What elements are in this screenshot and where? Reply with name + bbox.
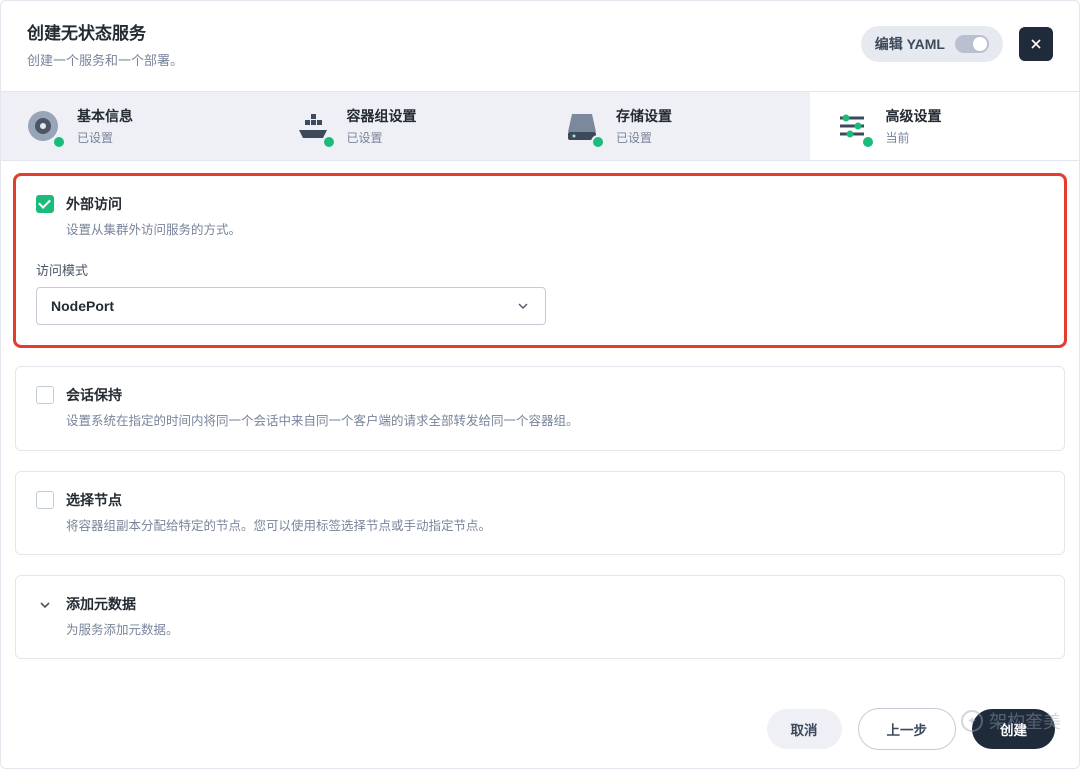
panel-title: 会话保持: [66, 385, 579, 405]
access-mode-select[interactable]: NodePort: [36, 287, 546, 325]
cancel-button[interactable]: 取消: [767, 709, 842, 749]
panel-desc: 设置从集群外访问服务的方式。: [66, 222, 241, 238]
close-icon: [1028, 36, 1044, 52]
step-container-group[interactable]: 容器组设置 已设置: [271, 92, 541, 160]
panel-desc: 将容器组副本分配给特定的节点。您可以使用标签选择节点或手动指定节点。: [66, 518, 491, 534]
yaml-toggle[interactable]: [955, 35, 989, 53]
edit-yaml-label: 编辑 YAML: [875, 34, 945, 54]
close-button[interactable]: [1019, 27, 1053, 61]
previous-button[interactable]: 上一步: [858, 708, 957, 750]
step-advanced[interactable]: 高级设置 当前: [810, 92, 1080, 160]
panel-desc: 设置系统在指定的时间内将同一个会话中来自同一个客户端的请求全部转发给同一个容器组…: [66, 413, 579, 429]
record-icon: [23, 106, 63, 146]
modal-title: 创建无状态服务: [27, 19, 861, 44]
panel-metadata: 添加元数据 为服务添加元数据。: [15, 575, 1065, 659]
panel-title: 添加元数据: [66, 594, 179, 614]
panel-select-nodes: 选择节点 将容器组副本分配给特定的节点。您可以使用标签选择节点或手动指定节点。: [15, 471, 1065, 555]
access-mode-label: 访问模式: [36, 260, 1044, 279]
chevron-down-icon: [37, 597, 53, 613]
storage-icon: [562, 106, 602, 146]
panel-session-persistence: 会话保持 设置系统在指定的时间内将同一个会话中来自同一个客户端的请求全部转发给同…: [15, 366, 1065, 450]
step-storage[interactable]: 存储设置 已设置: [540, 92, 810, 160]
select-nodes-checkbox[interactable]: [36, 491, 54, 509]
step-basic-info[interactable]: 基本信息 已设置: [1, 92, 271, 160]
chevron-down-icon: [515, 298, 531, 314]
session-persistence-checkbox[interactable]: [36, 386, 54, 404]
panel-title: 外部访问: [66, 194, 241, 214]
edit-yaml-button[interactable]: 编辑 YAML: [861, 26, 1003, 62]
panel-desc: 为服务添加元数据。: [66, 622, 179, 638]
sliders-icon: [832, 106, 872, 146]
create-button[interactable]: 创建: [972, 709, 1055, 749]
metadata-expand-button[interactable]: [36, 596, 54, 614]
panel-external-access: 外部访问 设置从集群外访问服务的方式。 访问模式 NodePort: [15, 175, 1065, 346]
panel-title: 选择节点: [66, 490, 491, 510]
access-mode-value: NodePort: [51, 298, 114, 314]
wizard-stepper: 基本信息 已设置 容器组设置 已设置 存储设置 已设置: [1, 91, 1079, 161]
external-access-checkbox[interactable]: [36, 195, 54, 213]
modal-subtitle: 创建一个服务和一个部署。: [27, 50, 861, 69]
ship-icon: [293, 106, 333, 146]
